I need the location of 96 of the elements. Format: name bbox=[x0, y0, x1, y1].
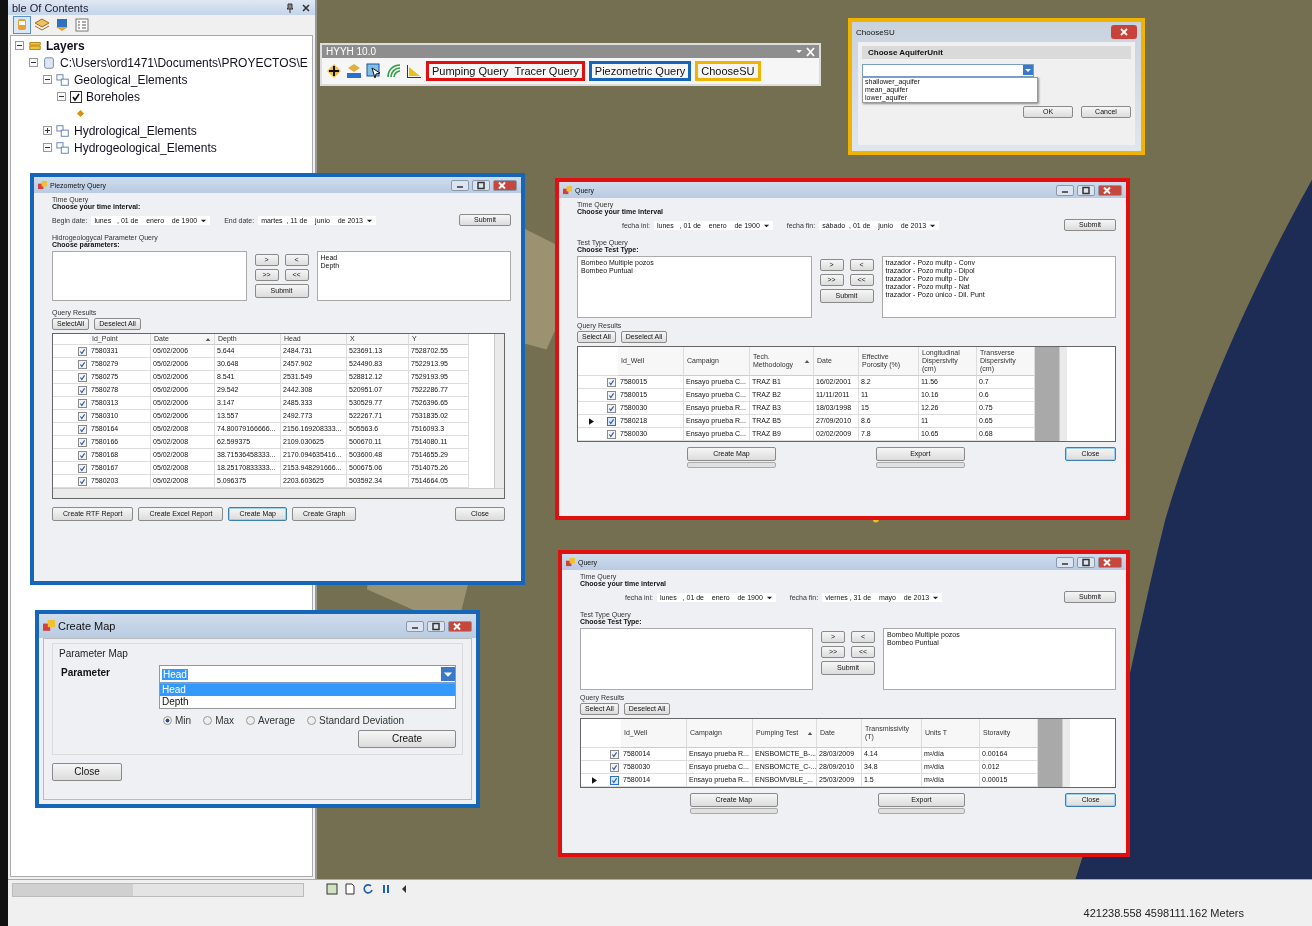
group-layer-icon bbox=[56, 72, 70, 87]
row-checkbox[interactable] bbox=[77, 424, 87, 434]
horizontal-scrollbar[interactable] bbox=[53, 488, 504, 498]
vertical-scrollbar[interactable] bbox=[1062, 719, 1070, 787]
tree-item[interactable]: Layers bbox=[46, 38, 85, 53]
row-checkbox[interactable] bbox=[609, 749, 619, 759]
pin-icon[interactable] bbox=[285, 2, 295, 13]
horizontal-scrollbar[interactable] bbox=[12, 883, 304, 898]
row-checkbox[interactable] bbox=[609, 775, 619, 785]
point-symbol-icon bbox=[77, 110, 84, 117]
row-checkbox[interactable] bbox=[77, 463, 87, 473]
radio-label[interactable]: Min bbox=[175, 715, 192, 726]
profile-chart-icon[interactable] bbox=[406, 63, 422, 79]
panel-title: ble Of Contents bbox=[12, 1, 90, 14]
radio-label[interactable]: Max bbox=[215, 715, 235, 726]
layers-icon[interactable] bbox=[34, 17, 50, 33]
row-checkbox[interactable] bbox=[606, 429, 616, 439]
create-button[interactable]: Create bbox=[358, 730, 456, 748]
tree-item[interactable]: Hydrological_Elements bbox=[74, 123, 197, 138]
row-checkbox[interactable] bbox=[609, 762, 619, 772]
section-heading: Choose AquiferUnit bbox=[862, 46, 1131, 59]
tree-item[interactable]: C:\Users\ord1471\Documents\PROYECTOS\E bbox=[60, 55, 308, 70]
row-checkbox[interactable] bbox=[77, 450, 87, 460]
field-label: Parameter bbox=[60, 666, 111, 680]
select-features-icon[interactable] bbox=[366, 63, 382, 79]
app-icon bbox=[563, 185, 572, 195]
coordinates-text: 421238.558 4598111.162 Meters bbox=[1083, 907, 1244, 919]
pause-icon[interactable] bbox=[380, 883, 392, 896]
window-title: Create Map bbox=[58, 620, 117, 632]
maximize-button[interactable] bbox=[1077, 184, 1095, 196]
row-checkbox[interactable] bbox=[606, 390, 616, 400]
row-checkbox[interactable] bbox=[77, 476, 87, 486]
close-icon[interactable] bbox=[301, 2, 311, 13]
vertical-scrollbar[interactable] bbox=[494, 334, 504, 488]
close-button[interactable] bbox=[1111, 25, 1137, 39]
collapse-icon[interactable] bbox=[43, 143, 52, 152]
row-checkbox[interactable] bbox=[77, 411, 87, 421]
close-button[interactable]: Close bbox=[52, 763, 122, 781]
data-view-icon[interactable] bbox=[326, 883, 338, 896]
maximize-button[interactable] bbox=[427, 620, 445, 632]
collapse-icon[interactable] bbox=[43, 75, 52, 84]
radio-button[interactable] bbox=[203, 716, 213, 725]
row-checkbox[interactable] bbox=[77, 346, 87, 356]
row-checkbox[interactable] bbox=[77, 398, 87, 408]
empty-grid-area bbox=[1038, 719, 1062, 787]
toolbar-button[interactable]: Tracer Query bbox=[511, 64, 582, 78]
row-checkbox[interactable] bbox=[606, 403, 616, 413]
radio-label[interactable]: Standard Deviation bbox=[319, 715, 405, 726]
row-checkbox[interactable] bbox=[606, 377, 616, 387]
group-layer-icon bbox=[56, 140, 70, 155]
close-button[interactable] bbox=[1098, 556, 1122, 568]
close-button[interactable] bbox=[493, 179, 517, 191]
close-button[interactable] bbox=[448, 620, 472, 632]
tree-item[interactable]: Geological_Elements bbox=[74, 72, 188, 87]
aquifer-dropdown[interactable] bbox=[862, 64, 1034, 77]
row-checkbox[interactable] bbox=[77, 359, 87, 369]
minimize-button[interactable] bbox=[451, 179, 469, 191]
collapse-icon[interactable] bbox=[57, 92, 66, 101]
tree-item[interactable]: Hydrogeological_Elements bbox=[74, 140, 217, 155]
dropdown-option[interactable]: Depth bbox=[160, 696, 455, 708]
row-checkbox[interactable] bbox=[606, 416, 616, 426]
toolbar-button[interactable]: Pumping Query bbox=[429, 64, 512, 78]
collapse-icon[interactable] bbox=[29, 58, 38, 67]
window-title: ChooseSU bbox=[856, 27, 895, 37]
minimize-button[interactable] bbox=[1056, 556, 1074, 568]
current-row-icon bbox=[588, 417, 594, 425]
row-checkbox[interactable] bbox=[77, 437, 87, 447]
minimize-button[interactable] bbox=[1056, 184, 1074, 196]
sql-icon[interactable] bbox=[346, 63, 362, 79]
group-title: Parameter Map bbox=[59, 648, 129, 659]
toolbar-title: HYYH 10.0 bbox=[326, 46, 377, 57]
app-icon bbox=[43, 620, 55, 632]
tree-item[interactable]: Boreholes bbox=[86, 89, 141, 104]
source-icon[interactable] bbox=[54, 17, 70, 33]
app-icon bbox=[566, 557, 575, 567]
row-checkbox[interactable] bbox=[77, 385, 87, 395]
add-data-icon[interactable] bbox=[326, 63, 342, 79]
vertical-scrollbar[interactable] bbox=[1059, 347, 1067, 441]
maximize-button[interactable] bbox=[1077, 556, 1095, 568]
collapse-icon[interactable] bbox=[15, 41, 24, 50]
close-button[interactable] bbox=[1098, 184, 1122, 196]
radio-button[interactable] bbox=[246, 716, 256, 725]
current-row-icon bbox=[591, 776, 597, 784]
maximize-button[interactable] bbox=[472, 179, 490, 191]
row-checkbox[interactable] bbox=[77, 372, 87, 382]
radio-button[interactable] bbox=[307, 716, 317, 725]
app-icon bbox=[38, 180, 47, 190]
refresh-icon[interactable] bbox=[362, 883, 374, 896]
layer-checkbox[interactable] bbox=[70, 90, 82, 103]
group-layer-icon bbox=[56, 123, 70, 138]
minimize-button[interactable] bbox=[406, 620, 424, 632]
radio-label[interactable]: Average bbox=[258, 715, 296, 726]
database-icon bbox=[42, 55, 56, 70]
layout-view-icon[interactable] bbox=[344, 883, 356, 896]
expand-icon[interactable] bbox=[43, 126, 52, 135]
radio-button[interactable] bbox=[163, 716, 172, 725]
